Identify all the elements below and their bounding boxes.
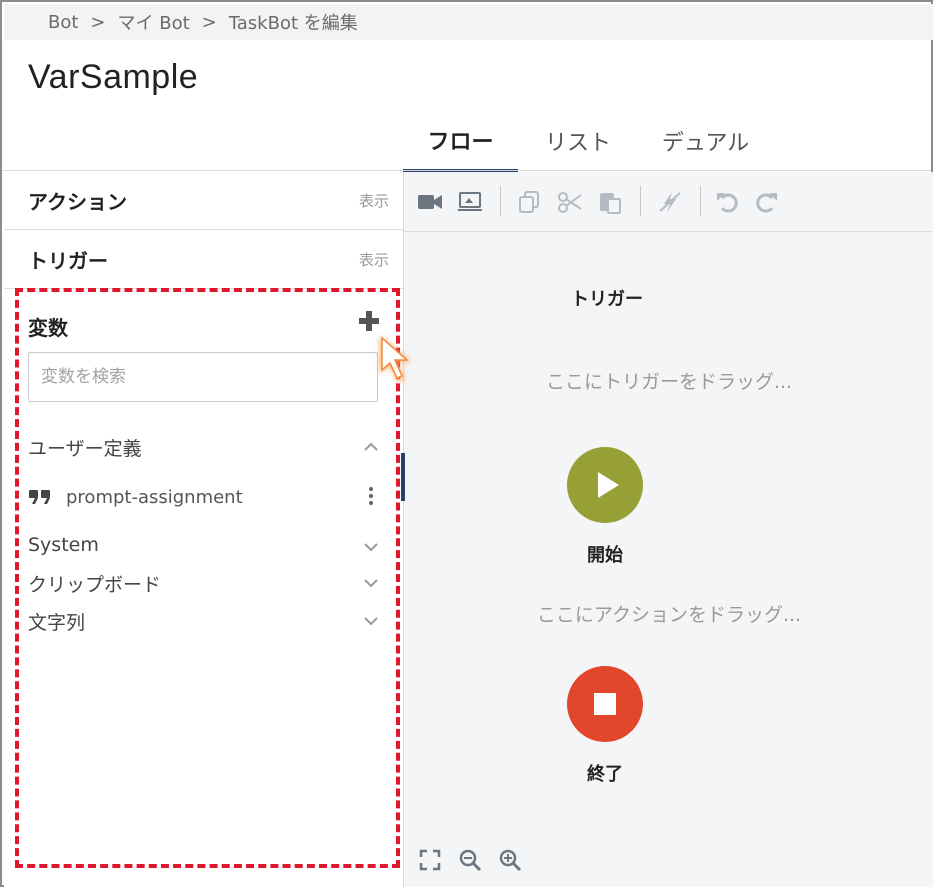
action-drop-zone[interactable]: ここにアクションをドラッグ... <box>404 600 933 627</box>
copy-icon[interactable] <box>516 189 544 215</box>
tab-flow[interactable]: フロー <box>403 110 518 172</box>
breadcrumb-my-bot[interactable]: マイ Bot <box>118 9 190 35</box>
more-options-icon[interactable] <box>366 485 376 507</box>
zoom-in-icon[interactable] <box>498 848 524 872</box>
stop-icon <box>594 693 616 715</box>
trigger-label: トリガー <box>571 289 643 310</box>
disable-icon[interactable] <box>656 189 684 215</box>
tab-list[interactable]: リスト <box>518 110 638 172</box>
breadcrumb-separator: > <box>201 11 217 33</box>
play-icon <box>598 472 619 498</box>
actions-show-link[interactable]: 表示 <box>359 190 389 211</box>
chevron-up-icon[interactable] <box>362 438 380 456</box>
flow-canvas[interactable]: トリガー ここにトリガーをドラッグ... 開始 ここにアクションをドラッグ...… <box>403 172 933 887</box>
triggers-section[interactable]: トリガー 表示 <box>4 231 403 289</box>
start-node[interactable] <box>567 447 643 523</box>
canvas-toolbar <box>404 172 933 232</box>
breadcrumb-separator: > <box>90 11 106 33</box>
header-divider <box>2 170 931 171</box>
variables-title: 変数 <box>28 316 68 340</box>
trigger-drop-zone[interactable]: ここにトリガーをドラッグ... <box>404 367 933 394</box>
group-system[interactable]: System <box>28 534 99 556</box>
variable-name: prompt-assignment <box>66 486 243 508</box>
chevron-down-icon[interactable] <box>362 538 380 556</box>
breadcrumb-bot[interactable]: Bot <box>48 12 78 33</box>
redo-icon[interactable] <box>752 189 780 215</box>
toolbar-separator <box>640 186 641 216</box>
left-panel: アクション 表示 トリガー 表示 変数 ユーザー定義 prompt-assign… <box>4 172 403 887</box>
variable-item[interactable]: prompt-assignment <box>28 482 384 512</box>
group-string[interactable]: 文字列 <box>28 608 85 635</box>
fit-screen-icon[interactable] <box>418 848 442 872</box>
chevron-down-icon[interactable] <box>362 612 380 630</box>
tab-dual[interactable]: デュアル <box>638 110 773 172</box>
app-window: Bot > マイ Bot > TaskBot を編集 VarSample フロー… <box>0 0 933 887</box>
quote-icon <box>29 490 50 504</box>
chevron-down-icon[interactable] <box>362 574 380 592</box>
breadcrumb-edit-taskbot: TaskBot を編集 <box>228 13 358 34</box>
breadcrumb: Bot > マイ Bot > TaskBot を編集 <box>4 4 933 40</box>
zoom-out-icon[interactable] <box>458 848 484 872</box>
end-node[interactable] <box>567 666 643 742</box>
variable-search-input[interactable] <box>28 352 378 402</box>
triggers-title: トリガー <box>28 249 108 273</box>
toolbar-separator <box>700 186 701 216</box>
cut-icon[interactable] <box>556 189 584 215</box>
start-label: 開始 <box>587 545 623 566</box>
paste-icon[interactable] <box>596 189 624 215</box>
end-label: 終了 <box>587 764 623 785</box>
undo-icon[interactable] <box>714 189 742 215</box>
screen-capture-icon[interactable] <box>456 189 484 215</box>
toolbar-separator <box>500 186 501 216</box>
page-title: VarSample <box>28 58 199 96</box>
group-user-defined[interactable]: ユーザー定義 <box>28 434 142 461</box>
group-clipboard[interactable]: クリップボード <box>28 570 161 597</box>
add-variable-icon[interactable] <box>356 308 382 334</box>
record-icon[interactable] <box>416 189 444 215</box>
triggers-show-link[interactable]: 表示 <box>359 249 389 270</box>
actions-title: アクション <box>28 190 127 214</box>
view-tabs: フロー リスト デュアル <box>403 110 773 172</box>
panel-resize-handle[interactable] <box>401 453 405 501</box>
actions-section[interactable]: アクション 表示 <box>4 172 403 230</box>
